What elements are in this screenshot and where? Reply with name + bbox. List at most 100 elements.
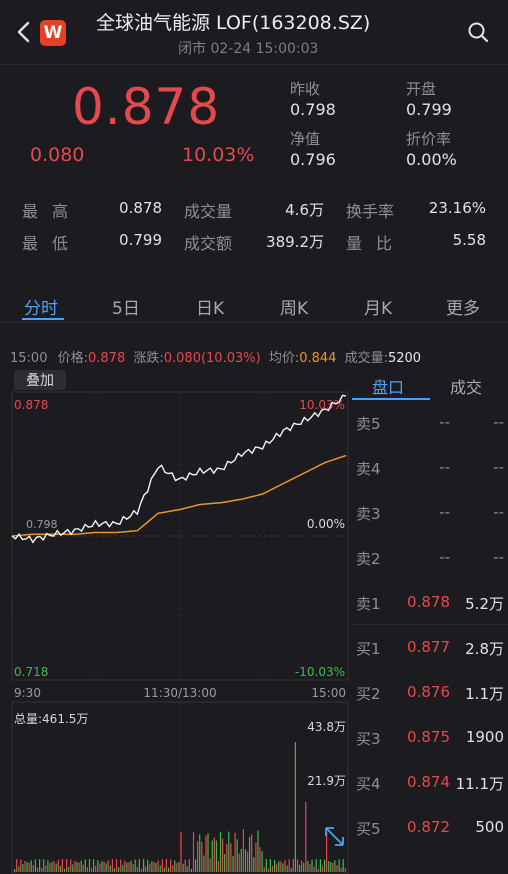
overlay-button[interactable]: 叠加 [26,373,54,389]
volume-bar [174,860,176,872]
divider [352,624,508,625]
volume-bar [188,859,190,872]
ask-level-label: 卖3 [356,505,381,523]
expand-icon[interactable] [325,827,344,846]
volume-bar [34,859,36,872]
volume-bar [124,860,126,872]
volume-bar [165,859,167,872]
volume-bar [286,865,288,872]
ask-price[interactable]: -- [390,413,450,431]
bid-price[interactable]: 0.877 [390,638,450,656]
volume-bar [101,861,103,872]
volume-bar [234,832,236,872]
turnover-value: 23.16% [428,199,486,217]
chevron-left-icon[interactable] [14,20,34,44]
pct-mid-label: 0.00% [307,517,345,531]
intraday-chart[interactable]: 叠加 0.878 0.718 10.03% 0.00% -10.03% 0.79… [0,368,350,874]
bid-price[interactable]: 0.875 [390,728,450,746]
volume-bar [97,860,99,872]
volume-ratio-label: 量比 [346,234,407,253]
amount-value: 389.2万 [266,233,324,251]
volume-bar [113,868,115,872]
ask-price[interactable]: -- [390,548,450,566]
volume-bar [209,858,211,872]
volume-bar [257,830,259,872]
bid-price[interactable]: 0.872 [390,818,450,836]
ask-volume: -- [493,503,504,521]
page-title: 全球油气能源 LOF(163208.SZ) [96,12,371,34]
volume-bar [328,861,330,872]
volume-bar [253,857,255,872]
volume-bar [201,842,203,872]
volume-bar [224,854,226,872]
volume-ratio-value: 5.58 [452,231,486,249]
price-change: 0.080 [30,144,85,166]
volume-bar [80,860,82,872]
volume-bar [261,851,263,872]
app-logo: W [40,20,66,46]
volume-bar [199,834,201,872]
nav-value: 0.796 [290,150,336,169]
volume-bar [138,859,140,872]
bid-level-label: 买5 [356,820,381,838]
volume-bar [326,832,328,872]
ask-price[interactable]: -- [390,503,450,521]
volume-bar [294,742,296,872]
volume-bar [24,861,26,872]
volume-bar [155,863,157,872]
volume-bar [88,859,91,872]
volume-bar [82,864,84,872]
volume-bar [180,832,182,872]
volume-bar [51,861,53,872]
ask-price[interactable]: -- [390,458,450,476]
tab-trades[interactable]: 成交 [450,374,482,398]
volume-bar [134,859,136,872]
info-vol: 5200 [387,351,422,366]
volume-bar [319,859,321,872]
volume-bar [103,861,105,872]
bid-price[interactable]: 0.876 [390,683,450,701]
volume-bar [282,863,284,872]
active-tab-indicator [22,318,64,320]
volume-bar [307,860,309,872]
volume-bar [182,863,184,872]
info-price: 0.878 [88,351,126,366]
tab-weekly-k[interactable]: 周K [280,294,308,319]
volume-bar [263,867,265,872]
volume-bar [43,859,45,872]
volume-bar [192,831,195,872]
volume-bar [269,859,271,872]
volume-bar [197,841,199,872]
search-icon[interactable] [466,20,490,44]
volume-bar [32,865,34,872]
volume-bar [140,868,143,872]
tab-daily-k[interactable]: 日K [196,294,224,319]
volume-bar [157,860,159,872]
volume-label: 成交量 [184,202,233,221]
info-price-label: 价格: [57,351,88,366]
volume-bar [292,859,294,872]
volume-bar [276,863,278,872]
volume-bar [61,859,63,872]
x-label-open: 9:30 [14,686,41,700]
ask-level-label: 卖5 [356,415,381,433]
volume-bar [109,865,111,872]
volume-bar [59,866,61,872]
volume-bar [49,863,51,872]
ask-price[interactable]: 0.878 [390,593,450,611]
volume-bar [244,849,247,872]
tab-intraday[interactable]: 分时 [24,294,58,319]
volume-bar [93,859,95,872]
tab-monthly-k[interactable]: 月K [364,294,392,319]
volume-bar [161,859,163,872]
volume-bar [91,868,93,872]
volume-bar [242,829,244,872]
tab-5day[interactable]: 5日 [112,294,140,319]
tab-order-book[interactable]: 盘口 [372,374,404,398]
volume-bar [14,869,16,872]
bid-price[interactable]: 0.874 [390,773,450,791]
volume-bar [195,859,197,872]
volume-bar [255,842,257,872]
bid-level-label: 买4 [356,775,381,793]
tab-more[interactable]: 更多 [446,294,480,319]
